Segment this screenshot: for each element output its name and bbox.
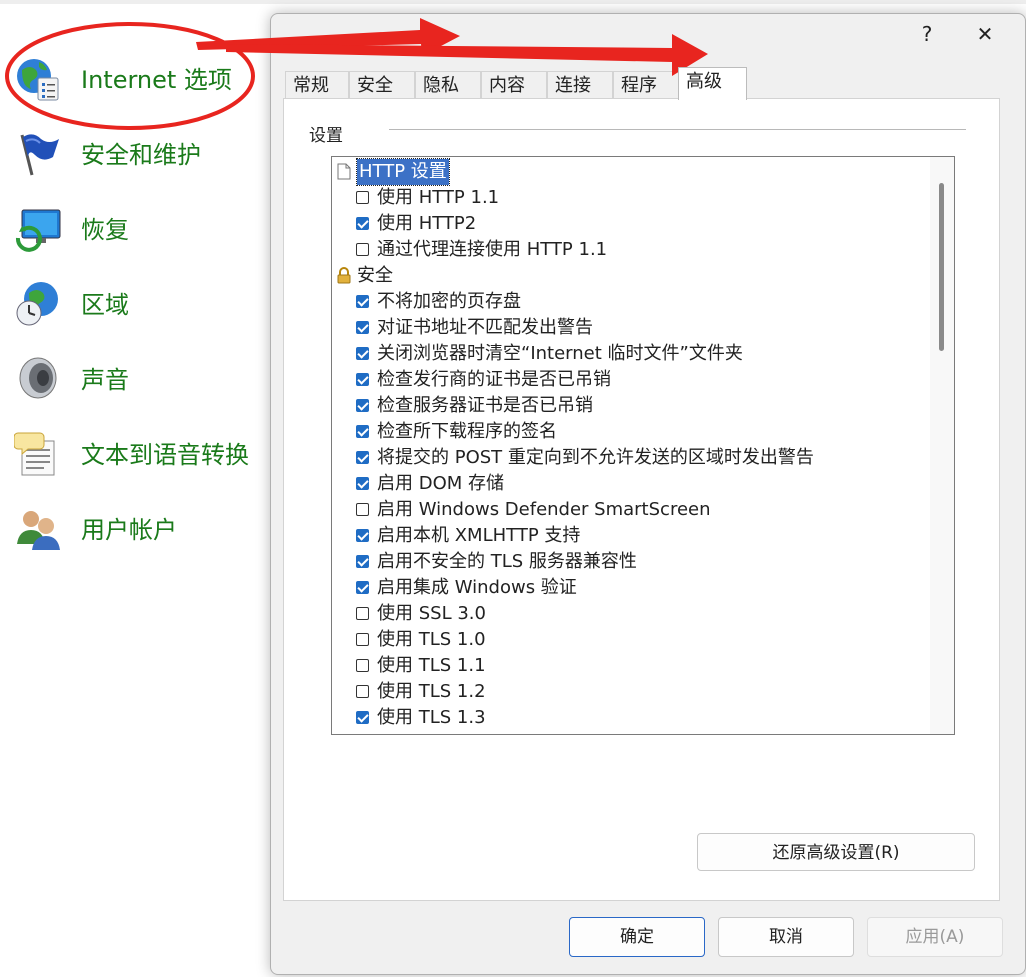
annotation-circle <box>5 22 255 130</box>
annotation-overlay <box>5 18 708 130</box>
tab-advanced[interactable]: 高级 <box>678 67 747 100</box>
